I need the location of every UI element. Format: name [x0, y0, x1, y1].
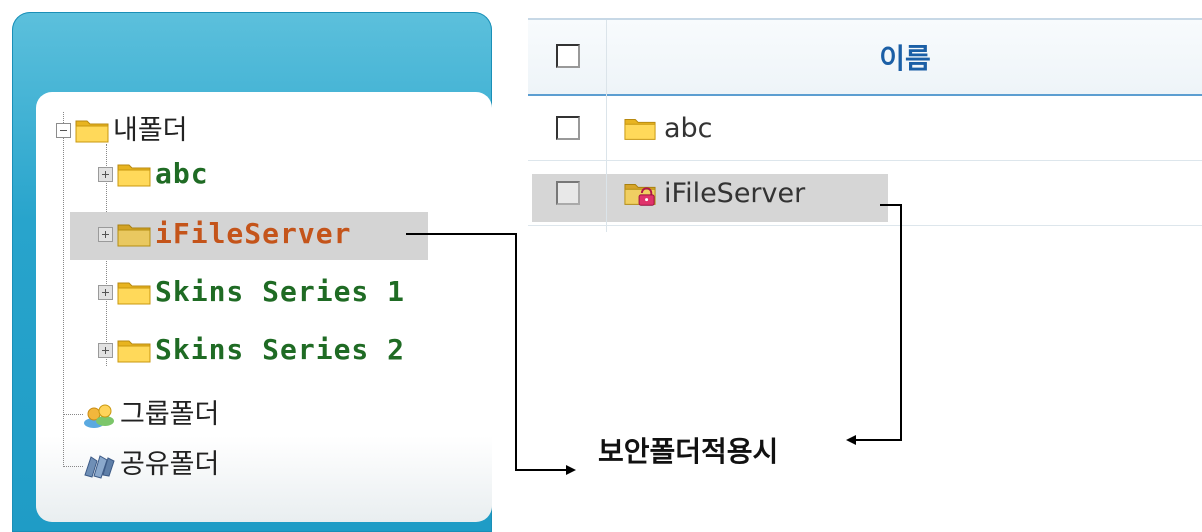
annotation-label: 보안폴더적용시: [598, 435, 779, 468]
arrow-from-list: [846, 204, 902, 445]
arrow-from-tree: [406, 233, 576, 475]
